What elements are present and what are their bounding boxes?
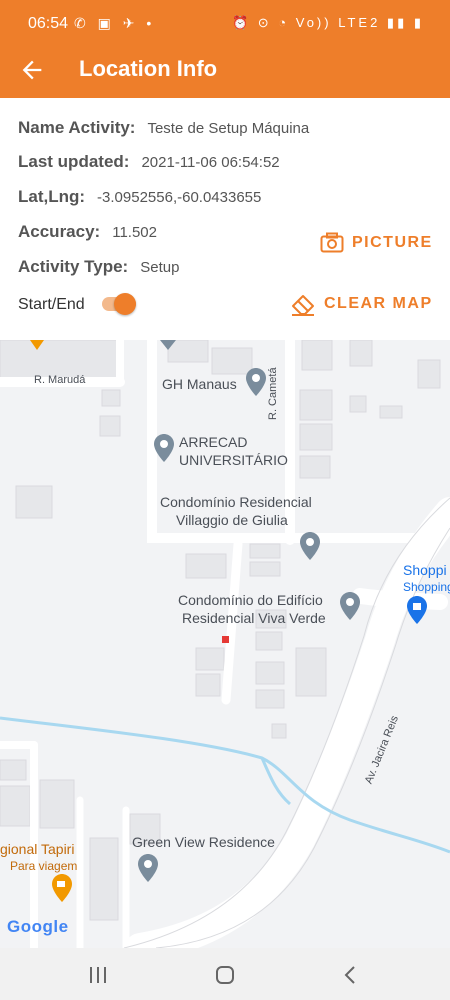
picture-button[interactable]: PICTURE (320, 232, 433, 254)
clear-map-button[interactable]: CLEAR MAP (290, 292, 433, 316)
map-pin-partial-icon (30, 340, 44, 350)
map-pin-icon[interactable] (340, 592, 360, 620)
cafe-pin-icon[interactable] (52, 874, 72, 902)
map-view[interactable]: R. Marudá R. Cametá Av. Jacira Reis GH M… (0, 340, 450, 948)
name-activity-row: Name Activity: Teste de Setup Máquina (18, 118, 309, 138)
notification-icons: ✆ ▣ ✈ • (74, 15, 156, 31)
last-updated-row: Last updated: 2021-11-06 06:54:52 (18, 152, 280, 172)
back-icon[interactable] (343, 965, 357, 985)
map-pin-icon[interactable] (154, 434, 174, 462)
current-location-marker (222, 636, 229, 643)
name-activity-value: Teste de Setup Máquina (147, 120, 310, 137)
last-updated-label: Last updated: (18, 152, 130, 171)
back-arrow-icon[interactable] (18, 56, 46, 84)
last-updated-value: 2021-11-06 06:54:52 (141, 154, 280, 171)
recent-apps-icon[interactable] (88, 966, 108, 984)
poi-arrecad-line2[interactable]: UNIVERSITÁRIO (179, 451, 288, 469)
map-pin-icon[interactable] (246, 368, 266, 396)
accuracy-row: Accuracy: 11.502 (18, 222, 157, 242)
poi-shopping-line2[interactable]: Shopping (403, 578, 450, 596)
poi-green-view[interactable]: Green View Residence (132, 833, 275, 851)
street-label-cameta: R. Cametá (267, 367, 279, 420)
poi-villaggio-line1[interactable]: Condomínio Residencial (160, 493, 312, 511)
name-activity-label: Name Activity: (18, 118, 136, 137)
activity-type-label: Activity Type: (18, 257, 129, 276)
start-end-toggle[interactable] (102, 293, 138, 315)
status-time: 06:54 (28, 15, 69, 32)
status-bar: 06:54 ✆ ▣ ✈ • ⏰ ⊙ ◔ Vo)) LTE2 ▮▮ ▮ (0, 0, 450, 48)
poi-viva-verde-line1[interactable]: Condomínio do Edifício (178, 591, 323, 609)
app-bar: Location Info (0, 48, 450, 98)
accuracy-label: Accuracy: (18, 222, 101, 241)
poi-arrecad-line1[interactable]: ARRECAD (179, 433, 247, 451)
poi-gh-manaus[interactable]: GH Manaus (162, 375, 237, 393)
toggle-knob (114, 293, 136, 315)
system-nav-bar (0, 948, 450, 1000)
poi-tapiri-line2[interactable]: Para viagem (10, 857, 77, 875)
accuracy-value: 11.502 (112, 224, 157, 241)
map-pin-partial-icon (160, 340, 176, 350)
google-logo: Google (7, 917, 69, 936)
eraser-icon (292, 295, 314, 316)
start-end-row: Start/End (18, 296, 85, 314)
poi-villaggio-line2[interactable]: Villaggio de Giulia (176, 511, 288, 529)
poi-shopping-line1[interactable]: Shoppi (403, 561, 447, 579)
location-info-panel: Name Activity: Teste de Setup Máquina Las… (0, 98, 450, 340)
picture-label: PICTURE (352, 234, 433, 251)
map-pin-icon[interactable] (138, 854, 158, 882)
latlng-row: Lat,Lng: -3.0952556,-60.0433655 (18, 187, 261, 207)
page-title: Location Info (79, 56, 218, 81)
poi-viva-verde-line2[interactable]: Residencial Viva Verde (182, 609, 326, 627)
home-icon[interactable] (215, 965, 235, 985)
camera-icon (320, 232, 344, 253)
latlng-value: -3.0952556,-60.0433655 (97, 189, 262, 206)
latlng-label: Lat,Lng: (18, 187, 86, 206)
system-icons: ⏰ ⊙ ◔ Vo)) LTE2 ▮▮ ▮ (231, 15, 424, 30)
start-end-label: Start/End (18, 296, 85, 313)
shopping-pin-icon[interactable] (407, 596, 427, 624)
street-label-maruda: R. Marudá (34, 374, 86, 386)
poi-tapiri-line1[interactable]: gional Tapiri (0, 840, 74, 858)
activity-type-value: Setup (140, 259, 180, 276)
map-pin-icon[interactable] (300, 532, 320, 560)
clear-map-label: CLEAR MAP (324, 295, 433, 312)
activity-type-row: Activity Type: Setup (18, 257, 179, 277)
